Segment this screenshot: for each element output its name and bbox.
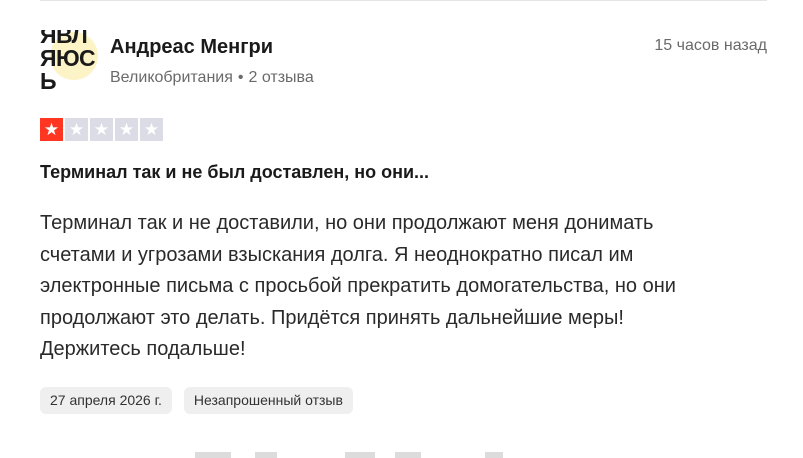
- star-icon: ★: [90, 118, 113, 141]
- unprompted-review-tag[interactable]: Незапрошенный отзыв: [183, 387, 353, 414]
- reviewer-name[interactable]: Андреас Менгри: [110, 36, 273, 59]
- date-tag: 27 апреля 2026 г.: [40, 387, 172, 414]
- avatar-initials: ЯВЛ ЯЮС Ь: [40, 30, 98, 92]
- review-timestamp: 15 часов назад: [654, 37, 767, 54]
- review-body: Терминал так и не доставили, но они прод…: [40, 208, 760, 366]
- star-icon: ★: [65, 118, 88, 141]
- star-rating: ★ ★ ★ ★ ★: [40, 118, 163, 141]
- top-divider: [40, 0, 767, 1]
- review-tags: 27 апреля 2026 г. Незапрошенный отзыв: [40, 387, 353, 414]
- next-section-cutoff: [195, 452, 615, 458]
- star-icon: ★: [115, 118, 138, 141]
- review-body-line: Держитесь подальше!: [40, 338, 246, 360]
- review-body-line: продолжают это делать. Придётся принять …: [40, 306, 624, 329]
- star-icon: ★: [140, 118, 163, 141]
- review-body-line: электронные письма с просьбой прекратить…: [40, 275, 676, 297]
- avatar-line: ЯЮС: [40, 45, 96, 71]
- meta-separator: •: [237, 69, 244, 86]
- reviewer-meta: Великобритания • 2 отзыва: [110, 69, 314, 87]
- avatar-line: Ь: [40, 68, 57, 93]
- reviewer-review-count: 2 отзыва: [248, 69, 314, 86]
- review-title[interactable]: Терминал так и не был доставлен, но они.…: [40, 162, 429, 183]
- star-icon: ★: [40, 118, 63, 141]
- review-body-line: Терминал так и не доставили, но они прод…: [40, 212, 654, 234]
- review-body-line: счетами и угрозами взыскания долга. Я не…: [40, 243, 634, 266]
- avatar[interactable]: ЯВЛ ЯЮС Ь: [40, 30, 98, 92]
- reviewer-country: Великобритания: [110, 69, 233, 86]
